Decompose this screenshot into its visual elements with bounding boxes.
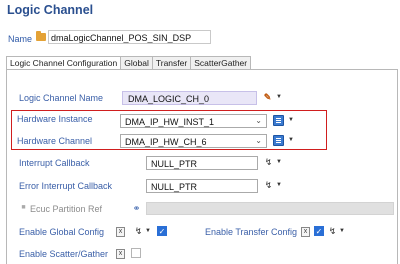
caret-down-icon[interactable]: ▼ — [276, 94, 282, 100]
lightning-icon[interactable]: ↯ — [263, 180, 274, 191]
ecuc-partition-ref-field — [146, 202, 394, 215]
interrupt-callback-label: Interrupt Callback — [19, 158, 90, 168]
row-enable-scatter-gather: Enable Scatter/Gather x — [0, 247, 400, 261]
logic-channel-name-value: DMA_LOGIC_CH_0 — [128, 94, 210, 104]
folder-icon — [36, 31, 46, 41]
hardware-channel-value: DMA_IP_HW_CH_6 — [125, 137, 207, 147]
tab-global[interactable]: Global — [120, 56, 153, 70]
logic-channel-name-field[interactable]: DMA_LOGIC_CH_0 — [122, 91, 257, 105]
x-icon[interactable]: x — [301, 227, 310, 237]
chevron-down-icon: ⌄ — [255, 116, 262, 125]
error-interrupt-callback-value: NULL_PTR — [151, 182, 198, 192]
row-error-interrupt-callback: Error Interrupt Callback NULL_PTR ↯ ▼ — [0, 179, 400, 193]
hardware-instance-label: Hardware Instance — [17, 114, 93, 124]
edit-icon[interactable]: ✎ — [262, 92, 273, 103]
enable-global-config-checkbox[interactable]: ✓ — [157, 226, 167, 236]
tab-transfer[interactable]: Transfer — [151, 56, 192, 70]
caret-down-icon[interactable]: ▼ — [288, 137, 294, 143]
name-label: Name — [8, 34, 33, 44]
caret-down-icon[interactable]: ▼ — [276, 159, 282, 165]
row-hardware-channel: Hardware Channel DMA_IP_HW_CH_6 ⌄ ▼ — [0, 134, 400, 148]
disabled-icon: ■ — [21, 204, 26, 211]
ecuc-partition-ref-label: Ecuc Partition Ref — [30, 204, 103, 214]
caret-down-icon[interactable]: ▼ — [145, 228, 151, 234]
hardware-channel-label: Hardware Channel — [17, 136, 93, 146]
lightning-icon[interactable]: ↯ — [133, 226, 144, 237]
caret-down-icon[interactable]: ▼ — [339, 228, 345, 234]
table-icon[interactable] — [273, 135, 284, 146]
page-title: Logic Channel — [7, 3, 94, 17]
enable-transfer-config-label: Enable Transfer Config — [205, 227, 298, 237]
enable-global-config-label: Enable Global Config — [19, 227, 105, 237]
enable-scatter-gather-checkbox[interactable] — [131, 248, 141, 258]
enable-transfer-config-checkbox[interactable]: ✓ — [314, 226, 324, 236]
row-interrupt-callback: Interrupt Callback NULL_PTR ↯ ▼ — [0, 156, 400, 170]
row-logic-channel-name: Logic Channel Name DMA_LOGIC_CH_0 ✎ ▼ — [0, 91, 400, 105]
row-ecuc-partition-ref: ■ Ecuc Partition Ref ⚭ — [0, 202, 400, 216]
title-bar: Logic Channel — [0, 0, 400, 22]
enable-scatter-gather-label: Enable Scatter/Gather — [19, 249, 109, 259]
row-hardware-instance: Hardware Instance DMA_IP_HW_INST_1 ⌄ ▼ — [0, 114, 400, 128]
interrupt-callback-value: NULL_PTR — [151, 159, 198, 169]
error-interrupt-callback-field[interactable]: NULL_PTR — [146, 179, 258, 193]
tab-scatter-gather[interactable]: ScatterGather — [190, 56, 252, 70]
caret-down-icon[interactable]: ▼ — [288, 117, 294, 123]
tab-bar: Logic Channel Configuration Global Trans… — [6, 56, 252, 71]
x-icon[interactable]: x — [116, 249, 125, 259]
chevron-down-icon: ⌄ — [255, 136, 262, 145]
logic-channel-name-label: Logic Channel Name — [19, 93, 104, 103]
name-field-border[interactable] — [48, 30, 211, 44]
table-icon[interactable] — [273, 115, 284, 126]
name-row: Name dmaLogicChannel_POS_SIN_DSP — [0, 30, 400, 46]
x-icon[interactable]: x — [116, 227, 125, 237]
lightning-icon[interactable]: ↯ — [263, 157, 274, 168]
hardware-instance-select[interactable]: DMA_IP_HW_INST_1 ⌄ — [120, 114, 267, 128]
hardware-instance-value: DMA_IP_HW_INST_1 — [125, 117, 215, 127]
link-icon[interactable]: ⚭ — [131, 203, 142, 214]
hardware-channel-select[interactable]: DMA_IP_HW_CH_6 ⌄ — [120, 134, 267, 148]
interrupt-callback-field[interactable]: NULL_PTR — [146, 156, 258, 170]
lightning-icon[interactable]: ↯ — [327, 226, 338, 237]
row-enable-config: Enable Global Config x ↯ ▼ ✓ Enable Tran… — [0, 225, 400, 239]
caret-down-icon[interactable]: ▼ — [276, 182, 282, 188]
error-interrupt-callback-label: Error Interrupt Callback — [19, 181, 113, 191]
